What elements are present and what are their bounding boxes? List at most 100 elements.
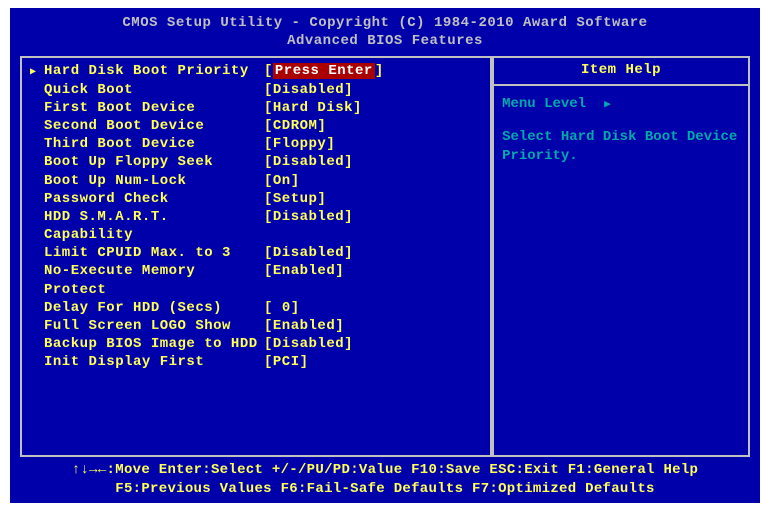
- setting-row[interactable]: Third Boot Device[Floppy]: [30, 135, 482, 153]
- triangle-right-icon: [30, 99, 44, 117]
- setting-row[interactable]: HDD S.M.A.R.T. Capability[Disabled]: [30, 208, 482, 244]
- setting-row[interactable]: First Boot Device[Hard Disk]: [30, 99, 482, 117]
- help-divider: [494, 84, 748, 86]
- help-panel: Item Help Menu Level ▶ Select Hard Disk …: [492, 56, 750, 457]
- bracket-open: [: [264, 191, 273, 207]
- setting-row[interactable]: Delay For HDD (Secs)[ 0]: [30, 299, 482, 317]
- value-text: CDROM: [273, 118, 318, 134]
- bracket-close: ]: [353, 100, 362, 116]
- value-text: On: [273, 173, 291, 189]
- triangle-right-icon: [30, 244, 44, 262]
- bracket-close: ]: [344, 336, 353, 352]
- setting-label: Delay For HDD (Secs): [44, 299, 264, 317]
- bracket-open: [: [264, 63, 273, 79]
- bracket-close: ]: [317, 191, 326, 207]
- value-text: Disabled: [273, 336, 344, 352]
- value-text: Floppy: [273, 136, 326, 152]
- triangle-right-icon: [30, 117, 44, 135]
- setting-label: Quick Boot: [44, 81, 264, 99]
- setting-label: Second Boot Device: [44, 117, 264, 135]
- setting-value[interactable]: [Disabled]: [264, 335, 353, 353]
- value-text: PCI: [273, 354, 300, 370]
- bracket-close: ]: [291, 300, 300, 316]
- bracket-open: [: [264, 173, 273, 189]
- setting-value[interactable]: [Disabled]: [264, 81, 353, 99]
- setting-label: Boot Up Floppy Seek: [44, 153, 264, 171]
- setting-value[interactable]: [Hard Disk]: [264, 99, 362, 117]
- footer-keys: ↑↓→←:Move Enter:Select +/-/PU/PD:Value F…: [20, 457, 750, 499]
- triangle-right-icon: [30, 172, 44, 190]
- value-text: Setup: [273, 191, 318, 207]
- setting-value[interactable]: [Setup]: [264, 190, 326, 208]
- triangle-right-icon: [30, 299, 44, 317]
- help-text: Select Hard Disk Boot Device Priority.: [502, 128, 740, 166]
- setting-row[interactable]: Limit CPUID Max. to 3[Disabled]: [30, 244, 482, 262]
- setting-value[interactable]: [Disabled]: [264, 208, 353, 244]
- bracket-close: ]: [344, 82, 353, 98]
- setting-label: HDD S.M.A.R.T. Capability: [44, 208, 264, 244]
- setting-value[interactable]: [CDROM]: [264, 117, 326, 135]
- header: CMOS Setup Utility - Copyright (C) 1984-…: [20, 14, 750, 50]
- setting-label: Init Display First: [44, 353, 264, 371]
- setting-value[interactable]: [Disabled]: [264, 153, 353, 171]
- header-title: CMOS Setup Utility - Copyright (C) 1984-…: [20, 14, 750, 32]
- triangle-right-icon: [30, 353, 44, 371]
- setting-row[interactable]: No-Execute Memory Protect[Enabled]: [30, 262, 482, 298]
- setting-label: First Boot Device: [44, 99, 264, 117]
- setting-value[interactable]: [Disabled]: [264, 244, 353, 262]
- triangle-right-icon: ▶: [30, 62, 44, 80]
- setting-label: No-Execute Memory Protect: [44, 262, 264, 298]
- bracket-close: ]: [344, 209, 353, 225]
- value-text: Enabled: [273, 263, 335, 279]
- setting-label: Limit CPUID Max. to 3: [44, 244, 264, 262]
- triangle-right-icon: [30, 153, 44, 171]
- triangle-right-icon: [30, 335, 44, 353]
- setting-value[interactable]: [Floppy]: [264, 135, 335, 153]
- setting-value[interactable]: [Enabled]: [264, 317, 344, 335]
- bracket-open: [: [264, 300, 282, 316]
- setting-row[interactable]: Init Display First[PCI]: [30, 353, 482, 371]
- bracket-open: [: [264, 245, 273, 261]
- value-text: Hard Disk: [273, 100, 353, 116]
- triangle-right-icon: [30, 317, 44, 335]
- bracket-open: [: [264, 154, 273, 170]
- bracket-close: ]: [300, 354, 309, 370]
- bracket-close: ]: [344, 154, 353, 170]
- settings-panel: ▶Hard Disk Boot Priority[Press Enter]Qui…: [20, 56, 492, 457]
- triangle-right-icon: ▶: [604, 97, 611, 111]
- setting-row[interactable]: ▶Hard Disk Boot Priority[Press Enter]: [30, 62, 482, 80]
- setting-row[interactable]: Quick Boot[Disabled]: [30, 81, 482, 99]
- footer-line-1: ↑↓→←:Move Enter:Select +/-/PU/PD:Value F…: [20, 461, 750, 480]
- setting-row[interactable]: Backup BIOS Image to HDD[Disabled]: [30, 335, 482, 353]
- bracket-open: [: [264, 318, 273, 334]
- bracket-close: ]: [317, 118, 326, 134]
- setting-label: Password Check: [44, 190, 264, 208]
- bracket-close: ]: [291, 173, 300, 189]
- setting-row[interactable]: Full Screen LOGO Show[Enabled]: [30, 317, 482, 335]
- setting-value[interactable]: [On]: [264, 172, 300, 190]
- value-text: Enabled: [273, 318, 335, 334]
- setting-value[interactable]: [Enabled]: [264, 262, 344, 298]
- setting-row[interactable]: Boot Up Num-Lock[On]: [30, 172, 482, 190]
- bios-window: CMOS Setup Utility - Copyright (C) 1984-…: [10, 8, 760, 503]
- setting-value[interactable]: [Press Enter]: [264, 62, 384, 80]
- menu-level-label: Menu Level: [502, 96, 586, 112]
- bracket-close: ]: [326, 136, 335, 152]
- setting-label: Third Boot Device: [44, 135, 264, 153]
- setting-row[interactable]: Password Check[Setup]: [30, 190, 482, 208]
- bracket-open: [: [264, 100, 273, 116]
- value-text: Disabled: [273, 209, 344, 225]
- bracket-open: [: [264, 136, 273, 152]
- setting-value[interactable]: [ 0]: [264, 299, 300, 317]
- setting-row[interactable]: Boot Up Floppy Seek[Disabled]: [30, 153, 482, 171]
- triangle-right-icon: [30, 208, 44, 244]
- setting-label: Boot Up Num-Lock: [44, 172, 264, 190]
- bracket-close: ]: [335, 263, 344, 279]
- setting-row[interactable]: Second Boot Device[CDROM]: [30, 117, 482, 135]
- value-text: Disabled: [273, 82, 344, 98]
- content-area: ▶Hard Disk Boot Priority[Press Enter]Qui…: [20, 56, 750, 457]
- value-text: Disabled: [273, 154, 344, 170]
- setting-value[interactable]: [PCI]: [264, 353, 309, 371]
- bracket-open: [: [264, 82, 273, 98]
- footer-line-2: F5:Previous Values F6:Fail-Safe Defaults…: [20, 480, 750, 499]
